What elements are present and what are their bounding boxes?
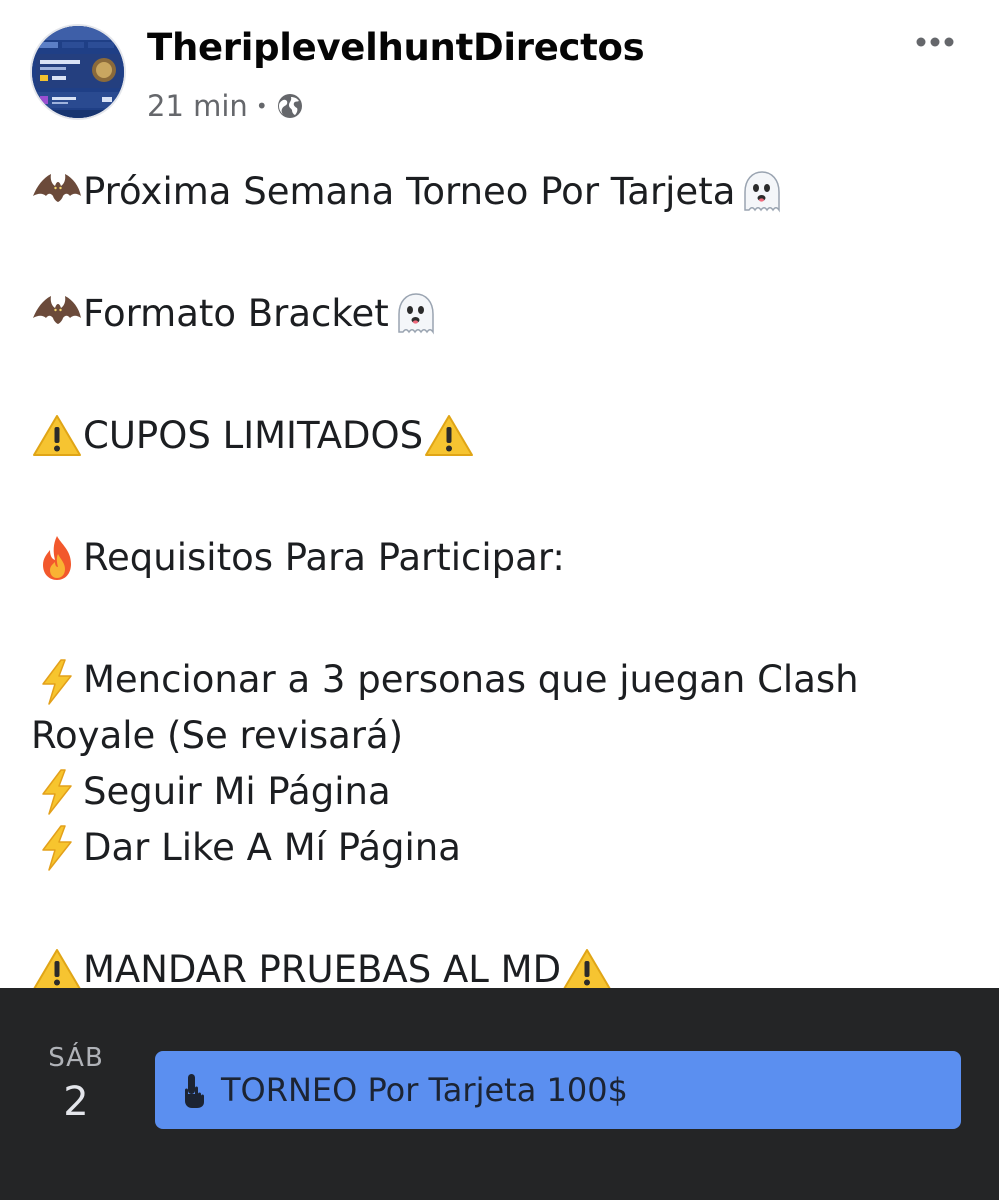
post-line: Requisitos Para Participar:	[31, 530, 971, 586]
pointing-hand-icon	[177, 1070, 211, 1110]
ghost-icon	[389, 288, 441, 340]
post-line: Próxima Semana Torneo Por Tarjeta	[31, 164, 971, 220]
warning-icon	[423, 410, 475, 462]
post-line: CUPOS LIMITADOS	[31, 408, 971, 464]
event-date: SÁB 2	[30, 1043, 122, 1125]
more-horizontal-icon	[916, 37, 954, 47]
post-header: TheriplevelhuntDirectos 21 min •	[0, 0, 999, 140]
line-follow: Seguir Mi Página	[83, 770, 391, 813]
avatar-image	[32, 26, 124, 118]
globe-icon[interactable]	[276, 92, 304, 120]
post-text: Próxima Semana Torneo Por Tarjeta Format…	[31, 164, 971, 998]
more-options-button[interactable]	[905, 22, 965, 62]
lightning-icon	[31, 822, 83, 874]
fire-icon	[31, 532, 83, 584]
post-line: Formato Bracket	[31, 286, 971, 342]
line-title: Próxima Semana Torneo Por Tarjeta	[83, 170, 736, 213]
event-title-chip[interactable]: TORNEO Por Tarjeta 100$	[155, 1051, 961, 1129]
post-meta: 21 min •	[147, 86, 304, 126]
author-avatar[interactable]	[30, 24, 126, 120]
post-time[interactable]: 21 min	[147, 89, 248, 123]
bat-icon	[31, 166, 83, 218]
lightning-icon	[31, 656, 83, 708]
line-format: Formato Bracket	[83, 292, 389, 335]
line-requirements: Requisitos Para Participar:	[83, 536, 565, 579]
bat-icon	[31, 288, 83, 340]
line-like: Dar Like A Mí Página	[83, 826, 461, 869]
event-title: TORNEO Por Tarjeta 100$	[221, 1071, 628, 1109]
line-limited: CUPOS LIMITADOS	[83, 414, 424, 457]
warning-icon	[31, 410, 83, 462]
event-day-number: 2	[63, 1079, 89, 1125]
meta-separator: •	[255, 94, 268, 118]
post-line: Dar Like A Mí Página	[31, 820, 971, 876]
author-name[interactable]: TheriplevelhuntDirectos	[147, 26, 645, 69]
event-day-name: SÁB	[48, 1043, 104, 1073]
post-line: Seguir Mi Página	[31, 764, 971, 820]
line-mention: Mencionar a 3 personas que juegan Clash …	[31, 658, 859, 757]
post-line: Mencionar a 3 personas que juegan Clash …	[31, 652, 971, 764]
event-attachment[interactable]: SÁB 2 TORNEO Por Tarjeta 100$	[0, 988, 999, 1200]
lightning-icon	[31, 766, 83, 818]
ghost-icon	[735, 166, 787, 218]
